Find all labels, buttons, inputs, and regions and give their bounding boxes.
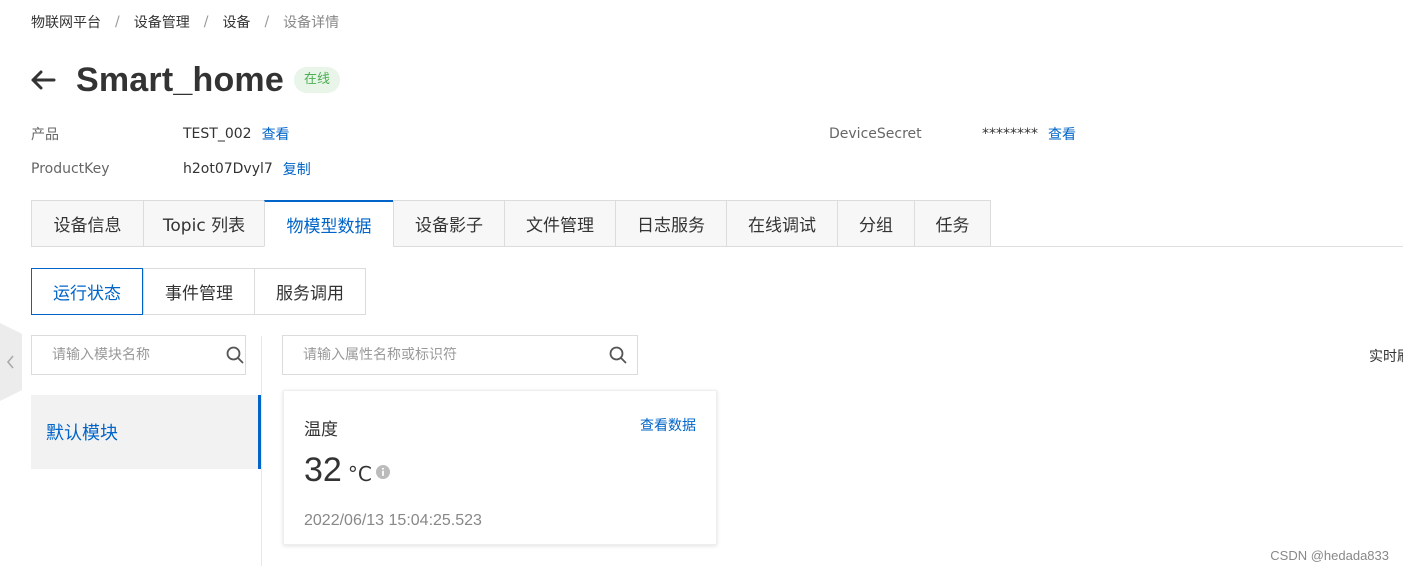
meta-product-row: 产品 TEST_002 查看 [31,124,290,144]
page-title: Smart_home [76,60,284,99]
tab-log-service[interactable]: 日志服务 [615,200,726,247]
secret-label: DeviceSecret [829,126,922,142]
property-value-row: 32 °C [304,451,390,490]
productkey-label: ProductKey [31,161,110,177]
product-value: TEST_002 [183,126,252,142]
title-row: Smart_home 在线 [30,60,340,100]
property-value: 32 [304,451,342,489]
module-item-default[interactable]: 默认模块 [31,395,261,469]
subtab-service-call[interactable]: 服务调用 [254,268,366,315]
panel-divider [261,336,262,566]
tab-groups[interactable]: 分组 [837,200,914,247]
secret-value: ******** [982,126,1038,142]
breadcrumb-separator: / [115,14,120,30]
back-arrow-icon[interactable] [30,69,56,91]
watermark: CSDN @hedada833 [1270,548,1389,563]
breadcrumb-separator: / [203,14,209,30]
tab-topic-list[interactable]: Topic 列表 [143,200,264,247]
module-search [31,335,246,375]
subtab-running-status[interactable]: 运行状态 [31,268,143,315]
property-search-input[interactable] [303,347,609,363]
main-tabs: 设备信息 Topic 列表 物模型数据 设备影子 文件管理 日志服务 在线调试 … [31,200,991,247]
breadcrumb: 物联网平台 / 设备管理 / 设备 / 设备详情 [31,12,339,32]
breadcrumb-item-iot-platform[interactable]: 物联网平台 [31,12,101,32]
search-icon[interactable] [226,346,244,364]
property-unit: °C [347,462,372,486]
product-label: 产品 [31,127,59,143]
breadcrumb-item-device-management[interactable]: 设备管理 [134,12,190,32]
tab-online-debug[interactable]: 在线调试 [726,200,837,247]
productkey-value: h2ot07Dvyl7 [183,161,273,177]
property-card: 温度 查看数据 32 °C 2022/06/13 15:04:25.523 [283,390,717,545]
sidebar-collapse-handle[interactable] [0,323,22,401]
tab-file-management[interactable]: 文件管理 [504,200,615,247]
secret-view-link[interactable]: 查看 [1048,124,1076,144]
breadcrumb-separator: / [264,14,270,30]
status-badge: 在线 [293,67,340,93]
module-search-input[interactable] [52,347,226,363]
subtab-event-management[interactable]: 事件管理 [143,268,254,315]
search-icon[interactable] [609,346,627,364]
tab-thing-model-data[interactable]: 物模型数据 [264,200,393,247]
view-data-link[interactable]: 查看数据 [640,415,696,435]
property-name: 温度 [304,420,338,440]
sub-tabs: 运行状态 事件管理 服务调用 [31,268,366,315]
info-icon[interactable] [375,464,390,479]
property-timestamp: 2022/06/13 15:04:25.523 [304,512,482,529]
property-search [282,335,638,375]
realtime-refresh-label[interactable]: 实时刷新 [1369,346,1403,366]
tab-device-shadow[interactable]: 设备影子 [393,200,504,247]
breadcrumb-item-device-detail: 设备详情 [283,15,340,31]
tab-device-info[interactable]: 设备信息 [31,200,143,247]
productkey-copy-link[interactable]: 复制 [283,159,311,179]
product-view-link[interactable]: 查看 [262,124,290,144]
meta-secret-row: DeviceSecret ******** 查看 [829,124,1076,144]
tab-tasks[interactable]: 任务 [914,200,991,247]
meta-productkey-row: ProductKey h2ot07Dvyl7 复制 [31,159,311,179]
breadcrumb-item-devices[interactable]: 设备 [222,12,250,32]
chevron-left-icon [6,355,14,369]
